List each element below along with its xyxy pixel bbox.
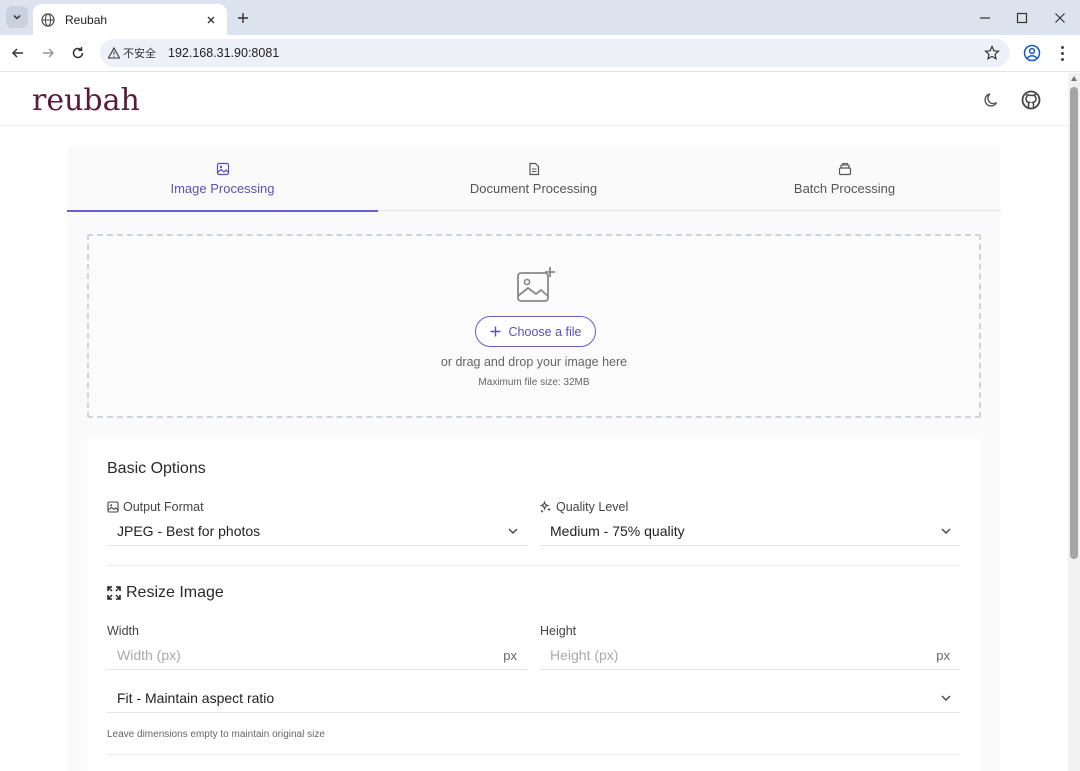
tab-label: Document Processing: [469, 180, 598, 196]
tab-title: Reubah: [65, 12, 108, 27]
resize-image-title: Resize Image: [107, 584, 224, 602]
plus-icon: [238, 13, 248, 23]
close-icon: [1055, 13, 1065, 23]
section-divider: [107, 565, 960, 566]
reload-button[interactable]: [68, 43, 88, 63]
github-link[interactable]: [1020, 89, 1042, 111]
height-placeholder: Height (px): [550, 646, 619, 663]
maximize-icon: [1016, 12, 1028, 24]
resize-image-title-text: Resize Image: [126, 584, 224, 601]
basic-options-title: Basic Options: [107, 460, 206, 477]
height-unit: px: [936, 648, 950, 663]
image-add-icon: [517, 267, 555, 302]
globe-icon: [41, 12, 55, 27]
warning-icon: [108, 47, 120, 59]
browser-menu-button[interactable]: [1056, 43, 1068, 63]
scroll-thumb[interactable]: [1070, 87, 1078, 559]
stack-icon: [838, 162, 851, 175]
expand-icon: [107, 586, 121, 600]
close-window-button[interactable]: [1050, 8, 1070, 28]
url-text: 192.168.31.90:8081: [168, 46, 280, 60]
choose-file-label: Choose a file: [508, 324, 582, 339]
choose-file-button[interactable]: Choose a file: [475, 316, 596, 347]
browser-tab[interactable]: Reubah: [33, 4, 227, 35]
height-input[interactable]: Height (px) px: [540, 640, 960, 670]
tab-label: Image Processing: [170, 180, 275, 196]
tab-image-processing[interactable]: Image Processing: [67, 146, 378, 212]
quality-level-label: Quality Level: [540, 500, 628, 514]
browser-tab-bar: Reubah: [0, 0, 1080, 35]
maximize-button[interactable]: [1012, 8, 1032, 28]
scroll-up-arrow[interactable]: [1071, 76, 1077, 81]
chevron-down-icon: [508, 528, 518, 534]
quality-level-select[interactable]: Medium - 75% quality: [540, 516, 960, 546]
chevron-down-icon: [13, 14, 21, 20]
moon-icon: [984, 93, 998, 107]
tab-search-button[interactable]: [6, 6, 28, 28]
width-label: Width: [107, 624, 139, 638]
logo-text: reubah: [32, 82, 140, 118]
tab-document-processing[interactable]: Document Processing: [378, 146, 689, 211]
site-header: reubah: [0, 73, 1068, 126]
tab-label: Batch Processing: [793, 180, 896, 196]
tab-close-icon[interactable]: [203, 12, 219, 28]
github-icon: [1021, 90, 1041, 110]
minimize-icon: [980, 17, 990, 19]
page-viewport: reubah Image Processing Document Process…: [0, 73, 1068, 771]
tab-batch-processing[interactable]: Batch Processing: [689, 146, 1000, 211]
image-icon: [107, 501, 119, 513]
image-icon: [216, 162, 229, 175]
back-button[interactable]: [8, 43, 28, 63]
bookmark-star-icon[interactable]: [984, 45, 1000, 66]
height-label: Height: [540, 624, 577, 638]
forward-button[interactable]: [38, 43, 58, 63]
profile-button[interactable]: [1022, 43, 1042, 63]
document-icon: [528, 162, 539, 175]
section-divider: [107, 754, 960, 755]
browser-toolbar: 不安全 192.168.31.90:8081: [0, 35, 1080, 72]
address-bar[interactable]: 不安全 192.168.31.90:8081: [100, 39, 1010, 67]
reload-icon: [72, 47, 84, 59]
arrow-right-icon: [43, 48, 55, 58]
security-indicator[interactable]: 不安全: [108, 45, 156, 61]
resize-mode-value: Fit - Maintain aspect ratio: [117, 689, 275, 706]
arrow-left-icon: [11, 48, 23, 58]
minimize-button[interactable]: [975, 8, 995, 28]
output-format-label-text: Output Format: [123, 500, 204, 514]
quality-level-value: Medium - 75% quality: [550, 522, 685, 539]
dropzone-instructions: or drag and drop your image here: [440, 355, 628, 369]
output-format-value: JPEG - Best for photos: [117, 522, 261, 539]
file-dropzone[interactable]: Choose a file or drag and drop your imag…: [87, 234, 981, 418]
profile-icon: [1023, 44, 1041, 62]
width-unit: px: [503, 648, 517, 663]
new-tab-button[interactable]: [234, 9, 252, 27]
sparkles-icon: [540, 501, 551, 513]
chevron-down-icon: [941, 695, 951, 701]
chevron-down-icon: [941, 528, 951, 534]
processing-tabs: Image Processing Document Processing Bat…: [67, 146, 1001, 212]
site-logo[interactable]: reubah: [32, 81, 140, 119]
width-input[interactable]: Width (px) px: [107, 640, 527, 670]
resize-mode-select[interactable]: Fit - Maintain aspect ratio: [107, 683, 960, 713]
output-format-select[interactable]: JPEG - Best for photos: [107, 516, 527, 546]
insecure-label: 不安全: [123, 48, 156, 60]
width-placeholder: Width (px): [117, 646, 181, 663]
plus-icon: [490, 326, 501, 337]
resize-hint: Leave dimensions empty to maintain origi…: [107, 729, 325, 740]
options-panel: Basic Options Output Format JPEG - Best …: [87, 438, 981, 771]
output-format-label: Output Format: [107, 500, 204, 514]
quality-level-label-text: Quality Level: [556, 500, 629, 514]
max-file-size: Maximum file size: 32MB: [478, 377, 590, 388]
theme-toggle-button[interactable]: [982, 90, 1002, 110]
page-scrollbar[interactable]: [1068, 73, 1080, 771]
main-card: Image Processing Document Processing Bat…: [67, 146, 1001, 771]
